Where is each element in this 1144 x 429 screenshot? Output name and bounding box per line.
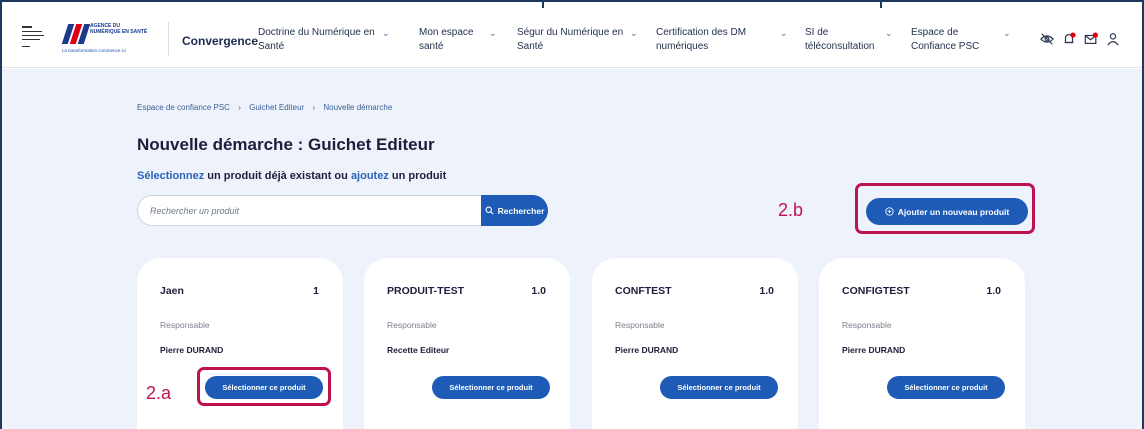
responsable-name: Recette Editeur [387, 345, 450, 355]
responsable-label: Responsable [387, 320, 437, 330]
ans-logo-subtitle: La transformation commence ici [62, 48, 126, 53]
add-new-product-button[interactable]: Ajouter un nouveau produit [866, 198, 1028, 225]
ans-logo-tag: AGENCE DU NUMÉRIQUE EN SANTÉ [90, 23, 148, 35]
breadcrumb-item-current: Nouvelle démarche [323, 103, 393, 112]
chevron-down-icon: ⌄ [1003, 28, 1011, 38]
chevron-down-icon: ⌄ [885, 28, 893, 38]
select-product-button[interactable]: Sélectionner ce produit [660, 376, 778, 399]
nav-item-doctrine[interactable]: Doctrine du Numérique en Santé ⌄ [258, 26, 390, 54]
frame-notch [880, 0, 882, 8]
ans-logo[interactable]: AGENCE DU NUMÉRIQUE EN SANTÉ La transfor… [61, 22, 156, 56]
product-name: CONFTEST [615, 285, 672, 297]
page-title: Nouvelle démarche : Guichet Editeur [137, 135, 435, 154]
annotation-highlight-2a [197, 367, 331, 406]
responsable-name: Pierre DURAND [842, 345, 906, 355]
nav-item-label: SI de téléconsultation [805, 27, 875, 52]
responsable-name: Pierre DURAND [615, 345, 679, 355]
responsable-label: Responsable [615, 320, 665, 330]
product-card: PRODUIT-TEST 1.0 Responsable Recette Edi… [364, 258, 570, 429]
search-button[interactable]: Rechercher [481, 195, 548, 226]
chevron-down-icon: ⌄ [630, 28, 638, 38]
ans-mark-icon [61, 24, 91, 44]
product-version: 1.0 [759, 285, 774, 297]
republique-francaise-logo[interactable] [22, 26, 46, 50]
user-icon[interactable] [1106, 32, 1120, 46]
product-name: PRODUIT-TEST [387, 285, 465, 297]
subtitle-text: un produit [388, 170, 447, 182]
responsable-name: Pierre DURAND [160, 345, 224, 355]
breadcrumb-separator-icon: › [238, 103, 241, 112]
nav-item-label: Ségur du Numérique en Santé [517, 27, 624, 52]
chevron-down-icon: ⌄ [382, 28, 390, 38]
product-name: CONFIGTEST [842, 285, 910, 297]
select-product-button[interactable]: Sélectionner ce produit [432, 376, 550, 399]
responsable-label: Responsable [160, 320, 210, 330]
brand-name[interactable]: Convergence [182, 34, 258, 48]
product-card: CONFTEST 1.0 Responsable Pierre DURAND S… [592, 258, 798, 429]
breadcrumb-item[interactable]: Guichet Editeur [249, 103, 304, 112]
site-header: AGENCE DU NUMÉRIQUE EN SANTÉ La transfor… [2, 8, 1142, 68]
select-product-button[interactable]: Sélectionner ce produit [887, 376, 1005, 399]
plus-circle-icon [885, 207, 894, 216]
breadcrumb-item[interactable]: Espace de confiance PSC [137, 103, 230, 112]
search-icon [485, 206, 494, 215]
nav-item-espace-confiance-psc[interactable]: Espace de Confiance PSC ⌄ [911, 26, 1011, 54]
nav-item-mon-espace-sante[interactable]: Mon espace santé ⌄ [419, 26, 499, 54]
product-card: CONFIGTEST 1.0 Responsable Pierre DURAND… [819, 258, 1025, 429]
nav-item-label: Certification des DM numériques [656, 27, 747, 52]
search-button-label: Rechercher [497, 205, 545, 216]
nav-item-label: Espace de Confiance PSC [911, 27, 980, 52]
page-subtitle: Sélectionnez un produit déjà existant ou… [137, 170, 446, 182]
product-version: 1 [313, 285, 319, 297]
nav-item-segur[interactable]: Ségur du Numérique en Santé ⌄ [517, 26, 642, 54]
nav-item-teleconsultation[interactable]: SI de téléconsultation ⌄ [805, 26, 895, 54]
header-divider [168, 22, 169, 56]
nav-item-label: Mon espace santé [419, 27, 474, 52]
annotation-label-2b: 2.b [778, 200, 804, 220]
mail-icon[interactable] [1084, 32, 1098, 46]
search-input[interactable] [137, 195, 483, 226]
chevron-down-icon: ⌄ [489, 28, 497, 38]
chevron-down-icon: ⌄ [780, 28, 788, 38]
product-name: Jaen [160, 285, 184, 297]
product-version: 1.0 [986, 285, 1001, 297]
bell-icon[interactable] [1062, 32, 1076, 46]
add-link[interactable]: ajoutez [351, 170, 389, 182]
nav-item-certification-dm[interactable]: Certification des DM numériques ⌄ [656, 26, 791, 54]
add-button-label: Ajouter un nouveau produit [897, 206, 1010, 217]
select-link[interactable]: Sélectionnez [137, 170, 204, 182]
annotation-label-2a: 2.a [146, 383, 172, 403]
eye-slash-icon[interactable] [1040, 32, 1054, 46]
product-version: 1.0 [531, 285, 546, 297]
breadcrumb: Espace de confiance PSC › Guichet Editeu… [137, 103, 392, 112]
responsable-label: Responsable [842, 320, 892, 330]
frame-notch [542, 0, 544, 8]
subtitle-text: un produit déjà existant ou [204, 170, 351, 182]
breadcrumb-separator-icon: › [312, 103, 316, 112]
main-content: Espace de confiance PSC › Guichet Editeu… [2, 69, 1142, 429]
nav-item-label: Doctrine du Numérique en Santé [258, 27, 375, 52]
